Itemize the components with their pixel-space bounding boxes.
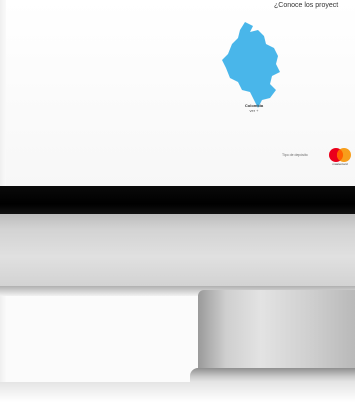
page-title: ¿Conoce los proyect [274,2,339,9]
map-label[interactable]: Colombia ver + [234,103,274,113]
payment-text: Tipo de depósito [282,153,308,157]
monitor-screen: ¿Conoce los proyect Colombia ver + Tipo … [6,0,355,188]
brand-label: mastercard [332,162,348,166]
colombia-shape[interactable] [222,22,280,108]
colombia-map[interactable] [220,20,288,110]
monitor-chin [0,214,355,292]
monitor-bezel [0,186,355,216]
payment-row: Tipo de depósito mastercard [282,146,355,170]
photo-scene: ¿Conoce los proyect Colombia ver + Tipo … [0,0,355,402]
region-sub-label[interactable]: ver + [234,108,274,113]
partial-map-shape [351,30,355,70]
floor-shadow [0,382,355,402]
